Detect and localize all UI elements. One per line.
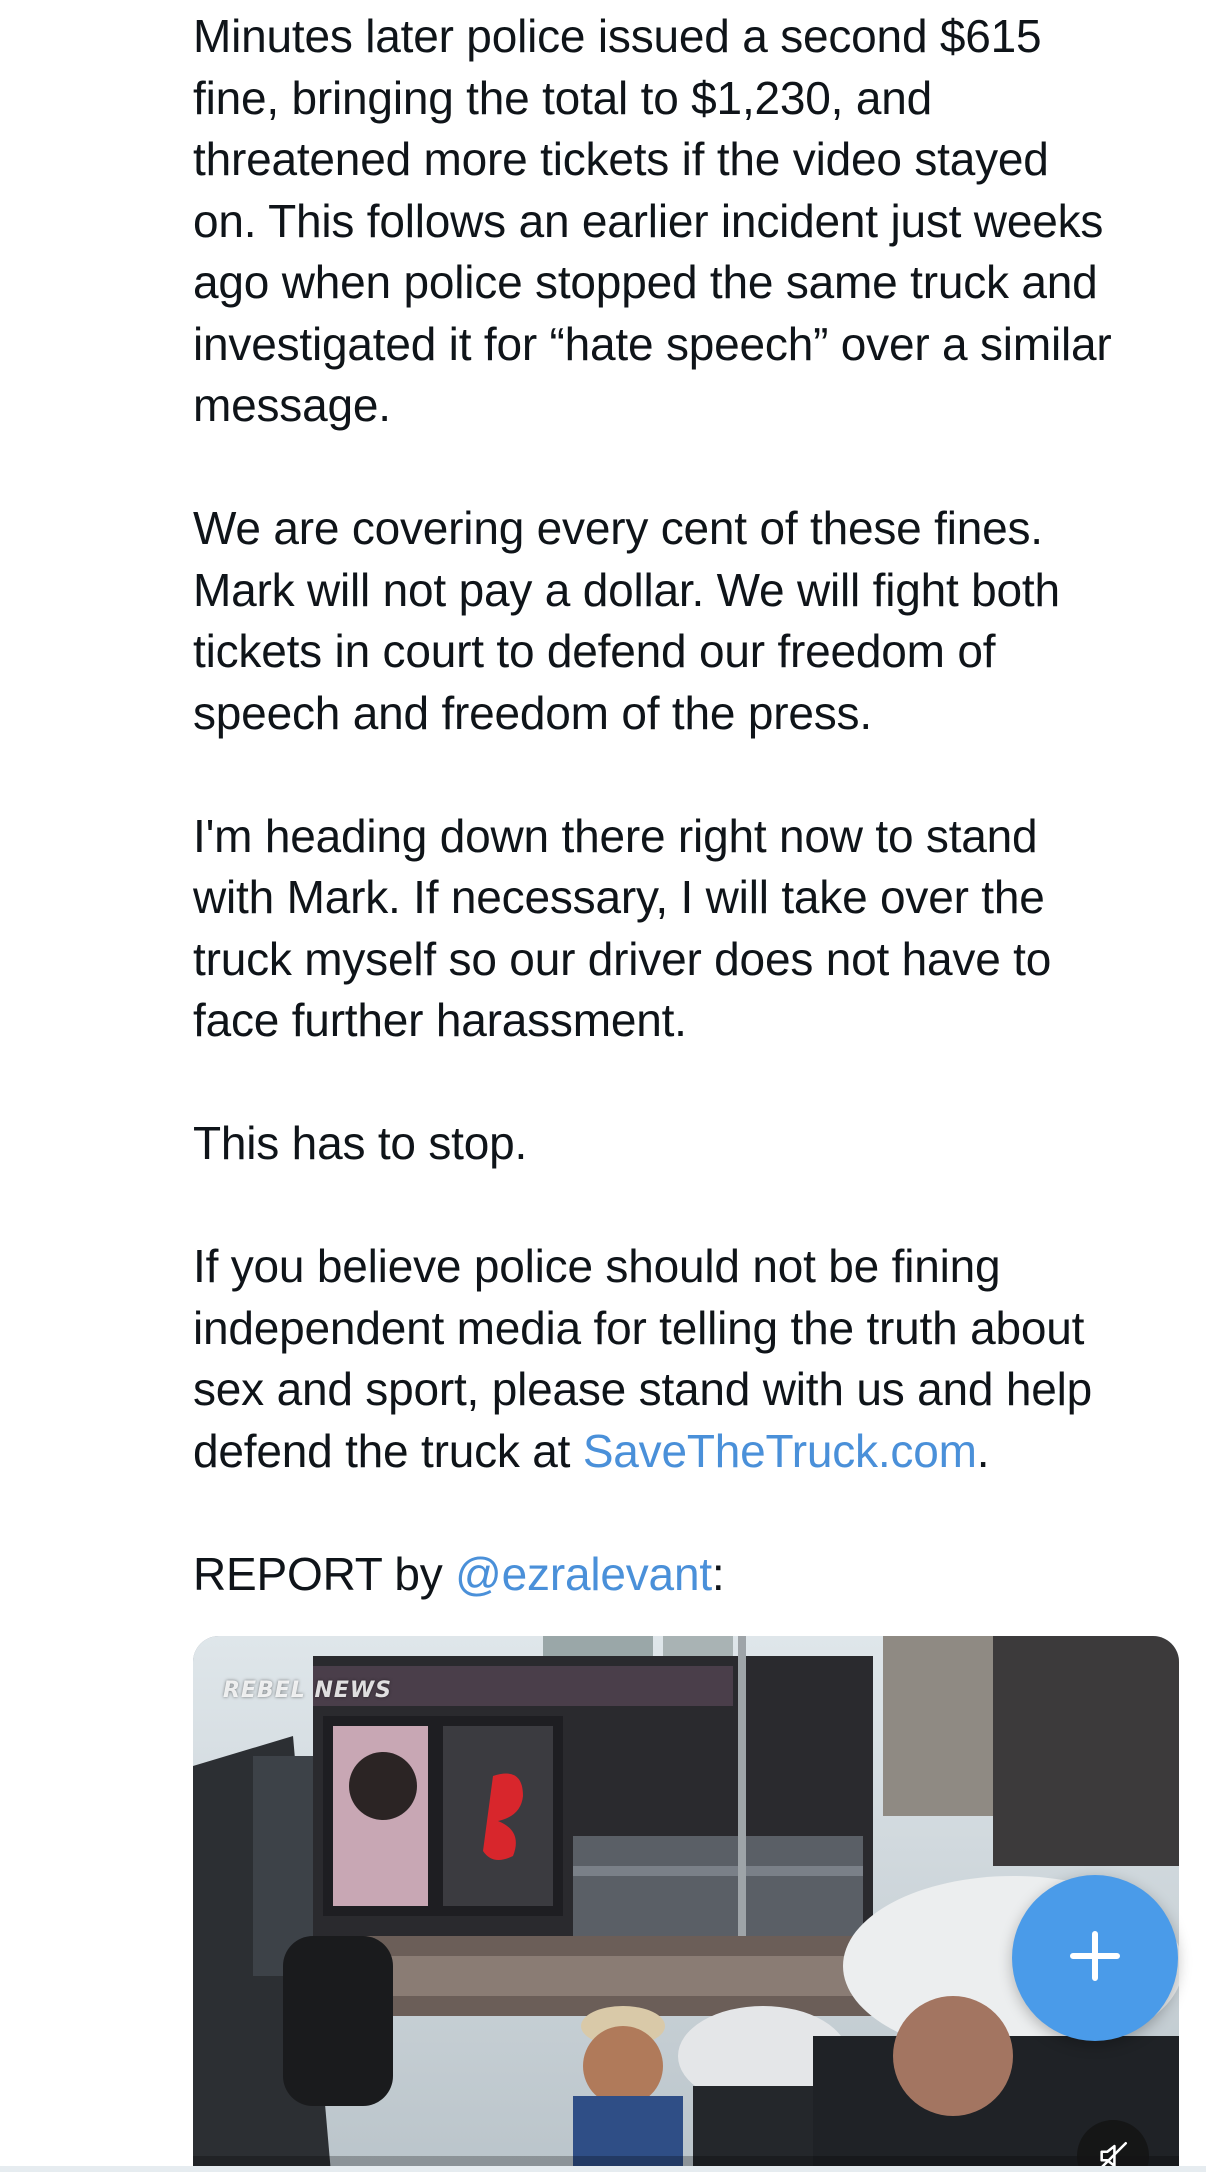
tweet-paragraph: We are covering every cent of these fine…	[193, 502, 1060, 739]
report-suffix: :	[711, 1547, 725, 1600]
bottom-edge	[0, 2166, 1206, 2172]
report-prefix: REPORT by	[193, 1547, 456, 1600]
tweet-paragraph: Minutes later police issued a second $61…	[193, 10, 1112, 431]
tweet-paragraph: I'm heading down there right now to stan…	[193, 809, 1052, 1047]
plus-icon	[1067, 1928, 1123, 1989]
savethetruck-link[interactable]: SaveTheTruck.com	[583, 1425, 977, 1477]
mention-link[interactable]: @ezralevant	[455, 1548, 712, 1600]
rebel-news-watermark: REBEL NEWS	[223, 1678, 392, 1703]
tweet-paragraph: This has to stop.	[193, 1117, 528, 1169]
cta-suffix: .	[976, 1424, 990, 1477]
compose-button[interactable]	[1012, 1875, 1178, 2041]
tweet-cta-paragraph: If you believe police should not be fini…	[193, 1236, 1193, 1482]
tweet-body: Minutes later police issued a second $61…	[193, 6, 1193, 1605]
report-line: REPORT by @ezralevant:	[193, 1544, 1193, 1606]
